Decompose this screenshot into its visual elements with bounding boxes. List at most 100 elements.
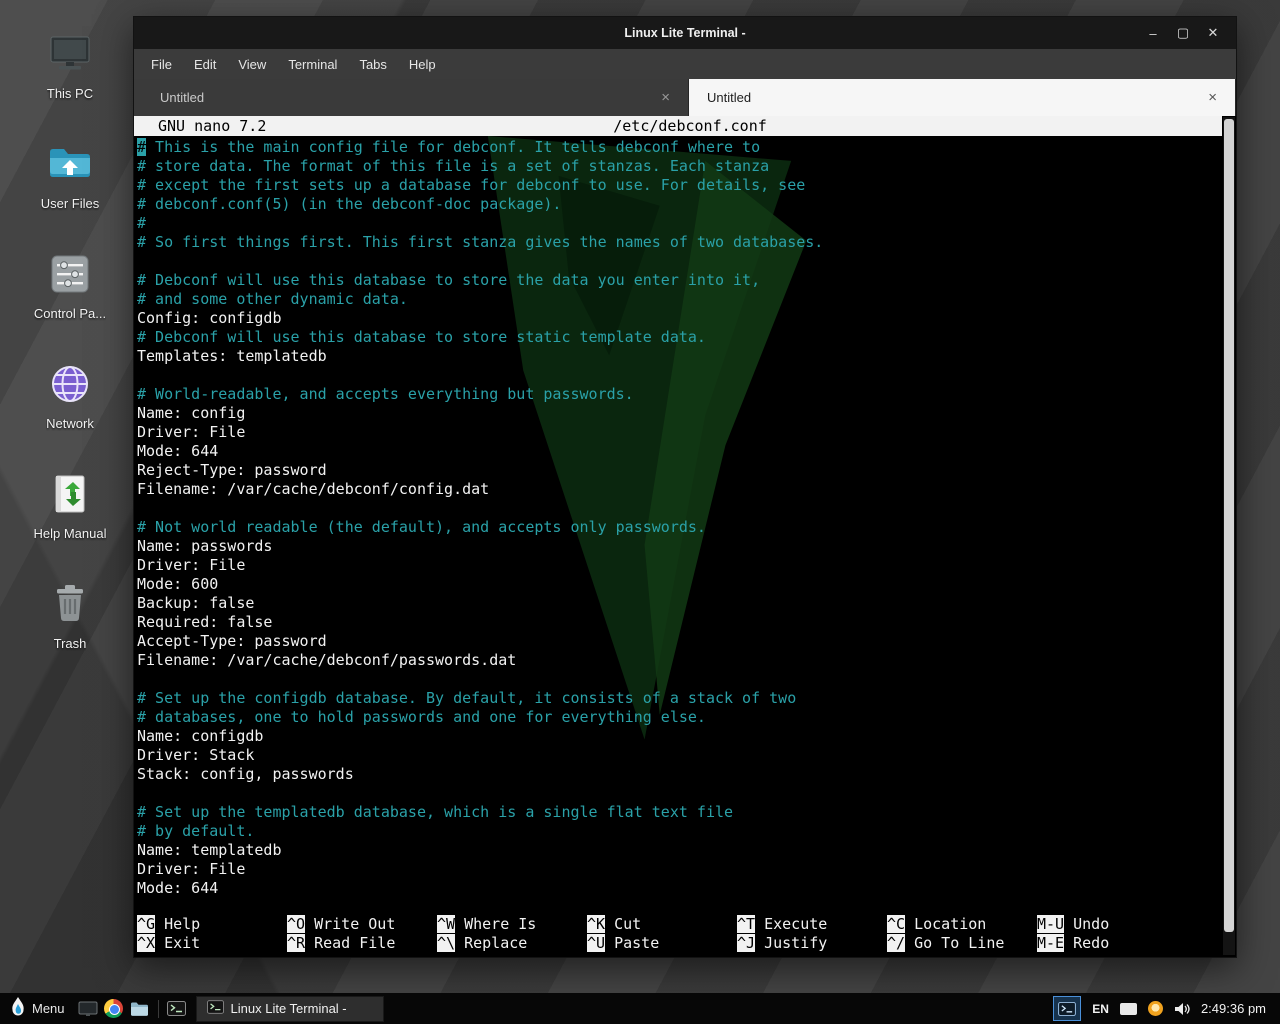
volume-icon[interactable]	[1174, 1002, 1190, 1016]
nano-shortcut: ^R Read File	[287, 934, 437, 953]
linux-lite-flame-icon	[10, 997, 26, 1020]
tab-close-icon[interactable]: ×	[1204, 89, 1221, 106]
close-button[interactable]: ✕	[1198, 17, 1228, 49]
shortcut-key: ^T	[737, 915, 755, 933]
file-manager-icon[interactable]	[127, 995, 153, 1022]
nano-shortcut: ^X Exit	[137, 934, 287, 953]
notification-icon[interactable]	[1148, 1001, 1163, 1016]
nano-shortcut: ^\ Replace	[437, 934, 587, 953]
nano-line	[137, 784, 1222, 803]
shortcut-key: ^R	[287, 934, 305, 952]
menu-item-edit[interactable]: Edit	[183, 52, 227, 77]
minimize-button[interactable]: –	[1138, 17, 1168, 49]
terminal-window-icon	[207, 1000, 224, 1017]
desktop-icon-trash[interactable]: Trash	[10, 574, 130, 684]
task-button-terminal[interactable]: Linux Lite Terminal -	[196, 996, 384, 1022]
shortcut-key: ^\	[437, 934, 455, 952]
nano-buffer: # This is the main config file for debco…	[134, 138, 1222, 898]
show-desktop-icon[interactable]	[75, 995, 101, 1022]
nano-line	[137, 252, 1222, 271]
nano-titlebar: GNU nano 7.2 /etc/debconf.conf	[134, 116, 1222, 136]
menu-item-help[interactable]: Help	[398, 52, 447, 77]
nano-line: # and some other dynamic data.	[137, 290, 1222, 309]
nano-line: # World-readable, and accepts everything…	[137, 385, 1222, 404]
nano-line: Driver: File	[137, 860, 1222, 879]
shortcut-label: Redo	[1073, 934, 1109, 952]
clock[interactable]: 2:49:36 pm	[1201, 1001, 1272, 1016]
terminal-launcher-icon[interactable]	[164, 995, 190, 1022]
desktop-icon-label: Network	[46, 416, 94, 431]
nano-shortcut: M-E Redo	[1037, 934, 1187, 953]
tab-1[interactable]: Untitled ×	[134, 79, 689, 116]
menu-item-file[interactable]: File	[140, 52, 183, 77]
nano-line: # except the first sets up a database fo…	[137, 176, 1222, 195]
titlebar[interactable]: Linux Lite Terminal - – ▢ ✕	[134, 17, 1236, 49]
nano-line: Driver: File	[137, 423, 1222, 442]
menu-button[interactable]: Menu	[6, 995, 75, 1022]
nano-line: Reject-Type: password	[137, 461, 1222, 480]
nano-line: # by default.	[137, 822, 1222, 841]
nano-line: # So first things first. This first stan…	[137, 233, 1222, 252]
tab-close-icon[interactable]: ×	[657, 89, 674, 106]
tab-2-active[interactable]: Untitled×	[689, 79, 1236, 116]
nano-shortcut: ^T Execute	[737, 915, 887, 934]
desktop-icon-user-files[interactable]: User Files	[10, 134, 130, 244]
nano-line: Filename: /var/cache/debconf/passwords.d…	[137, 651, 1222, 670]
scrollbar-thumb[interactable]	[1224, 119, 1234, 932]
nano-shortcut: M-U Undo	[1037, 915, 1187, 934]
menubar: FileEditViewTerminalTabsHelp	[134, 49, 1236, 79]
desktop-icon-network[interactable]: Network	[10, 354, 130, 464]
maximize-button[interactable]: ▢	[1168, 17, 1198, 49]
scrollbar[interactable]	[1223, 117, 1235, 955]
nano-shortcut: ^W Where Is	[437, 915, 587, 934]
nano-shortcut-row: ^X Exit^R Read File^\ Replace^U Paste^J …	[137, 934, 1222, 953]
shortcut-label: Replace	[464, 934, 527, 952]
desktop-icon-label: User Files	[41, 196, 100, 211]
desktop-icon-this-pc[interactable]: This PC	[10, 24, 130, 134]
terminal-screen[interactable]: GNU nano 7.2 /etc/debconf.conf # This is…	[134, 116, 1236, 957]
nano-line: Config: configdb	[137, 309, 1222, 328]
nano-line: Driver: File	[137, 556, 1222, 575]
menu-item-tabs[interactable]: Tabs	[348, 52, 397, 77]
nano-line: # Not world readable (the default), and …	[137, 518, 1222, 537]
shortcut-label: Go To Line	[914, 934, 1004, 952]
nano-line: # Debconf will use this database to stor…	[137, 328, 1222, 347]
desktop: This PC User Files Control Pa... Network Hel…	[0, 0, 1280, 1024]
nano-line: Accept-Type: password	[137, 632, 1222, 651]
tray-terminal-icon[interactable]	[1053, 996, 1081, 1021]
nano-line: Stack: config, passwords	[137, 765, 1222, 784]
shortcut-label: Where Is	[464, 915, 536, 933]
desktop-icon-control-panel[interactable]: Control Pa...	[10, 244, 130, 354]
nano-line: # store data. The format of this file is…	[137, 157, 1222, 176]
window-title: Linux Lite Terminal -	[624, 26, 745, 40]
menu-item-terminal[interactable]: Terminal	[277, 52, 348, 77]
nano-line: Mode: 600	[137, 575, 1222, 594]
nano-line: # Set up the templatedb database, which …	[137, 803, 1222, 822]
shortcut-label: Exit	[164, 934, 200, 952]
nano-shortcut-bar: ^G Help^O Write Out^W Where Is^K Cut^T E…	[134, 915, 1222, 957]
nano-line: Driver: Stack	[137, 746, 1222, 765]
cursor-block: #	[137, 138, 146, 156]
nano-line: Name: templatedb	[137, 841, 1222, 860]
nano-shortcut: ^U Paste	[587, 934, 737, 953]
nano-filename: /etc/debconf.conf	[613, 116, 767, 136]
desktop-icon-help-manual[interactable]: Help Manual	[10, 464, 130, 574]
keyboard-icon[interactable]	[1120, 1003, 1137, 1015]
shortcut-key: ^J	[737, 934, 755, 952]
nano-line: #	[137, 214, 1222, 233]
nano-line: Backup: false	[137, 594, 1222, 613]
folder-icon	[46, 140, 94, 188]
menu-item-view[interactable]: View	[227, 52, 277, 77]
browser-icon[interactable]	[101, 995, 127, 1022]
terminal-window: Linux Lite Terminal - – ▢ ✕ FileEditView…	[133, 16, 1237, 958]
nano-line: Templates: templatedb	[137, 347, 1222, 366]
keyboard-layout-indicator[interactable]: EN	[1092, 1002, 1109, 1016]
shortcut-label: Execute	[764, 915, 827, 933]
tab-label: Untitled	[160, 90, 204, 105]
nano-shortcut: ^J Justify	[737, 934, 887, 953]
nano-shortcut: ^O Write Out	[287, 915, 437, 934]
desktop-icon-label: This PC	[47, 86, 93, 101]
shortcut-key: M-U	[1037, 915, 1064, 933]
nano-shortcut: ^/ Go To Line	[887, 934, 1037, 953]
nano-line: Filename: /var/cache/debconf/config.dat	[137, 480, 1222, 499]
